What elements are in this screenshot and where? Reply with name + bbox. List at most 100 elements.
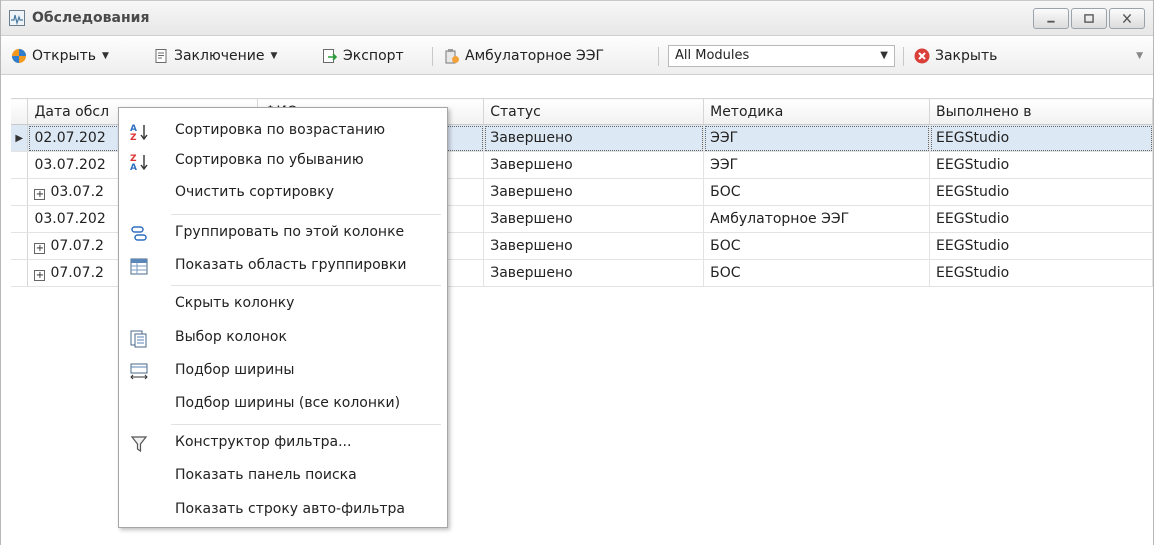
ambulatory-eeg-icon [445, 49, 459, 64]
row-indicator[interactable] [11, 205, 29, 233]
cell-done-in[interactable]: EEGStudio [929, 232, 1153, 260]
menu-item[interactable]: Показать область группировки [119, 251, 447, 283]
cell-date-text: 07.07.2 [50, 265, 104, 281]
cell-method[interactable]: БОС [703, 259, 931, 287]
cell-done-in[interactable]: EEGStudio [929, 178, 1153, 206]
cell-status[interactable]: Завершено [483, 124, 705, 152]
sort-descending-icon: ZA [129, 152, 149, 173]
cell-date-text: 07.07.2 [50, 238, 104, 254]
filter-icon [129, 434, 149, 454]
cell-status[interactable]: Завершено [483, 259, 705, 287]
open-button[interactable]: Открыть ▼ [11, 46, 109, 66]
maximize-button[interactable] [1071, 8, 1107, 29]
row-indicator[interactable]: ▶ [11, 124, 29, 152]
conclusion-button[interactable]: Заключение ▼ [153, 46, 277, 66]
column-chooser-icon [129, 329, 149, 349]
expand-row-icon[interactable]: + [34, 270, 46, 281]
export-icon [323, 49, 338, 63]
group-panel-icon [129, 257, 149, 277]
modules-select-value: All Modules [675, 48, 750, 63]
menu-item-label: Очистить сортировку [175, 184, 335, 200]
chevron-down-icon[interactable]: ▼ [880, 50, 888, 61]
ambulatory-eeg-button[interactable]: Амбулаторное ЭЭГ [444, 46, 604, 66]
close-button[interactable]: Закрыть [914, 46, 997, 66]
minimize-icon [1047, 20, 1055, 23]
menu-item-label: Показать панель поиска [175, 467, 357, 483]
cell-status[interactable]: Завершено [483, 151, 705, 179]
menu-item[interactable]: Подбор ширины (все колонки) [119, 389, 447, 421]
cell-date-text: 03.07.202 [34, 157, 106, 173]
cell-date-text: 03.07.202 [34, 211, 106, 227]
row-indicator-header [11, 98, 29, 125]
minimize-button[interactable] [1033, 8, 1069, 29]
column-header-method[interactable]: Методика [703, 98, 931, 125]
cell-method[interactable]: ЭЭГ [703, 151, 931, 179]
title-bar: Обследования [1, 0, 1153, 36]
examinations-window: Обследования Открыть ▼ Заключение ▼ Эксп… [0, 0, 1154, 545]
menu-item[interactable]: Очистить сортировку [119, 178, 447, 210]
menu-item-label: Выбор колонок [175, 329, 287, 345]
menu-item[interactable]: Z A Сортировка по убыванию [119, 146, 447, 178]
maximize-icon [1084, 14, 1094, 23]
menu-item[interactable]: Группировать по этой колонке [119, 218, 447, 250]
cell-status[interactable]: Завершено [483, 232, 705, 260]
cell-method[interactable]: БОС [703, 232, 931, 260]
conclusion-label: Заключение [174, 48, 265, 64]
export-button[interactable]: Экспорт [322, 46, 404, 66]
menu-item-label: Конструктор фильтра... [175, 434, 352, 450]
menu-item-label: Показать строку авто-фильтра [175, 501, 405, 517]
close-label: Закрыть [935, 48, 998, 64]
menu-item[interactable]: Показать строку авто-фильтра [119, 495, 447, 527]
group-by-column-icon [129, 224, 149, 244]
document-icon [155, 49, 167, 63]
modules-select[interactable]: All Modules ▼ [668, 45, 895, 67]
conclusion-dropdown-arrow-icon[interactable]: ▼ [271, 51, 278, 61]
menu-item[interactable]: Подбор ширины [119, 356, 447, 388]
toolbar-overflow-icon[interactable]: ▼ [1136, 51, 1143, 61]
cell-status[interactable]: Завершено [483, 205, 705, 233]
menu-item[interactable]: Скрыть колонку [119, 289, 447, 321]
cell-date-text: 02.07.202 [34, 130, 106, 146]
menu-item-label: Сортировка по возрастанию [175, 122, 386, 138]
column-header-done-in[interactable]: Выполнено в [929, 98, 1153, 125]
cell-done-in[interactable]: EEGStudio [929, 124, 1153, 152]
close-window-button[interactable] [1109, 8, 1145, 29]
menu-separator [171, 214, 441, 215]
svg-text:Z: Z [130, 133, 137, 142]
cell-done-in[interactable]: EEGStudio [929, 259, 1153, 287]
open-label: Открыть [32, 48, 96, 64]
cell-method[interactable]: БОС [703, 178, 931, 206]
row-indicator[interactable] [11, 259, 29, 287]
window-title: Обследования [32, 10, 150, 26]
menu-separator [171, 285, 441, 286]
row-indicator[interactable] [11, 151, 29, 179]
open-dropdown-arrow-icon[interactable]: ▼ [102, 51, 109, 61]
toolbar: Открыть ▼ Заключение ▼ Экспорт Амбулатор… [1, 37, 1153, 75]
cell-done-in[interactable]: EEGStudio [929, 151, 1153, 179]
menu-item[interactable]: Конструктор фильтра... [119, 428, 447, 460]
close-circle-icon [914, 48, 930, 64]
close-icon [1122, 13, 1132, 24]
expand-row-icon[interactable]: + [34, 243, 46, 254]
cell-status[interactable]: Завершено [483, 178, 705, 206]
svg-text:A: A [130, 163, 137, 172]
menu-item-label: Сортировка по убыванию [175, 152, 364, 168]
row-indicator[interactable] [11, 178, 29, 206]
cell-method[interactable]: Амбулаторное ЭЭГ [703, 205, 931, 233]
column-context-menu: A Z Сортировка по возрастанию Z A Сортировка … [118, 107, 448, 528]
menu-item[interactable]: Выбор колонок [119, 323, 447, 355]
row-indicator[interactable] [11, 232, 29, 260]
column-header-status[interactable]: Статус [483, 98, 705, 125]
open-icon [12, 49, 26, 63]
expand-row-icon[interactable]: + [34, 189, 46, 200]
menu-item[interactable]: A Z Сортировка по возрастанию [119, 116, 447, 148]
sort-ascending-icon: AZ [129, 122, 149, 143]
menu-item[interactable]: Показать панель поиска [119, 461, 447, 493]
cell-done-in[interactable]: EEGStudio [929, 205, 1153, 233]
menu-item-label: Подбор ширины [175, 362, 295, 378]
best-fit-icon [129, 362, 149, 382]
menu-item-label: Скрыть колонку [175, 295, 295, 311]
cell-method[interactable]: ЭЭГ [703, 124, 931, 152]
menu-separator [171, 424, 441, 425]
export-label: Экспорт [343, 48, 404, 64]
